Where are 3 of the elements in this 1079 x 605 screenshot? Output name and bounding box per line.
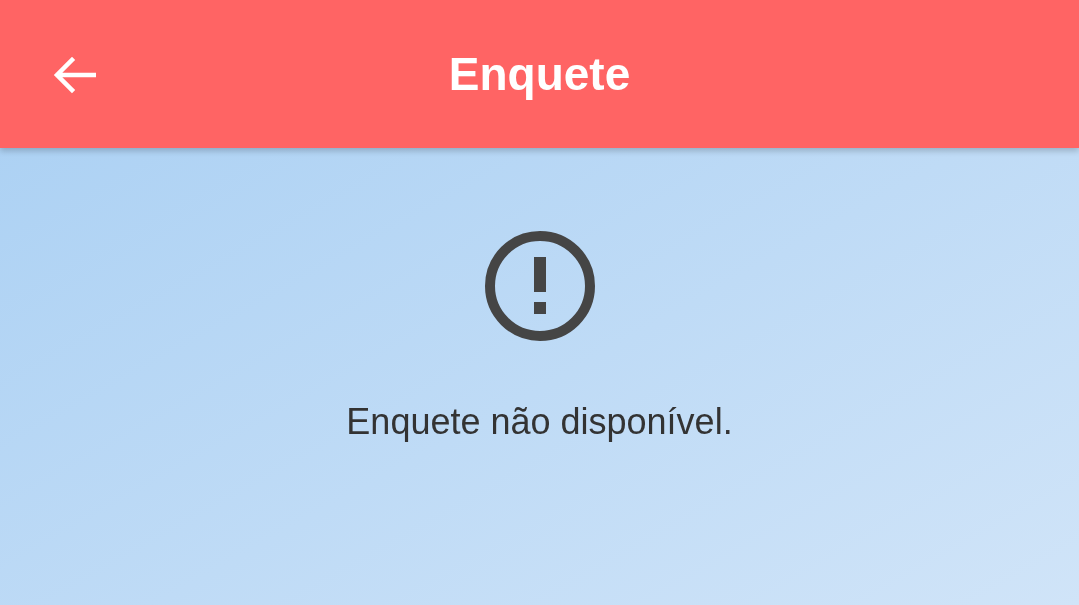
warning-icon xyxy=(483,230,596,342)
unavailable-message: Enquete não disponível. xyxy=(346,404,733,440)
back-arrow-icon xyxy=(52,56,96,94)
